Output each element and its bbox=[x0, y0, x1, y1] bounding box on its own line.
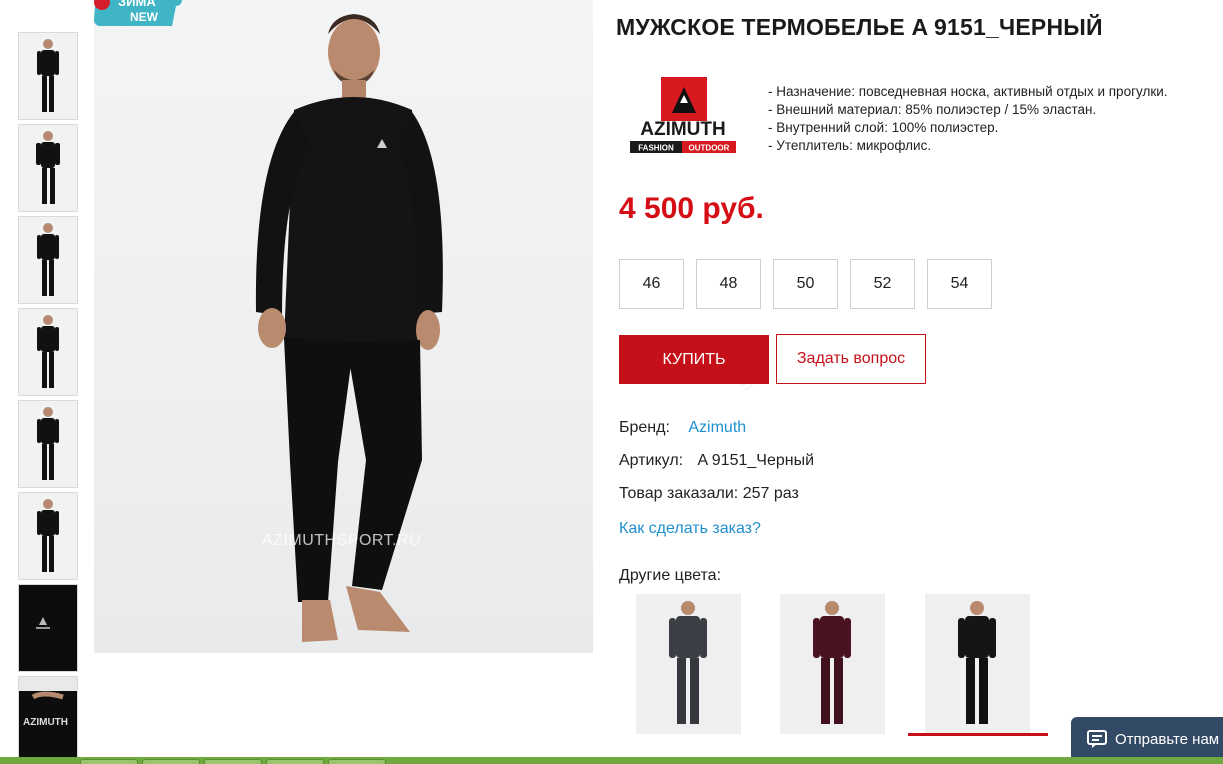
logo-tag-left: FASHION bbox=[638, 144, 674, 153]
product-title: МУЖСКОЕ ТЕРМОБЕЛЬЕ A 9151_ЧЕРНЫЙ bbox=[616, 14, 1103, 40]
logo-name: AZIMUTH bbox=[640, 119, 725, 140]
bottom-tab[interactable] bbox=[80, 759, 138, 764]
brand-link[interactable]: Azimuth bbox=[688, 419, 746, 436]
feature-list: - Назначение: повседневная носка, активн… bbox=[768, 83, 1168, 155]
color-option-burgundy[interactable] bbox=[780, 594, 885, 734]
svg-text:AZIMUTH: AZIMUTH bbox=[23, 717, 68, 728]
thumbnail-list: AZIMUTH bbox=[18, 32, 80, 764]
selected-color-indicator bbox=[908, 733, 1048, 736]
product-page: AZIMUTH ЗИМА NEW AZIMUTHSPORT.RU МУЖСКОЕ… bbox=[0, 0, 1223, 764]
article-label: Артикул: bbox=[619, 452, 684, 469]
thumbnail[interactable] bbox=[18, 32, 78, 120]
bottom-tab[interactable] bbox=[266, 759, 324, 764]
thumbnail[interactable] bbox=[18, 584, 78, 672]
ask-question-button[interactable]: Задать вопрос bbox=[776, 334, 926, 384]
chat-label: Отправьте нам bbox=[1115, 730, 1220, 748]
bottom-tab[interactable] bbox=[204, 759, 262, 764]
other-colors-label: Другие цвета: bbox=[619, 567, 722, 584]
article-value: A 9151_Черный bbox=[697, 452, 815, 469]
brand-row: Бренд: Azimuth bbox=[619, 419, 746, 437]
feature-item: - Внутренний слой: 100% полиэстер. bbox=[768, 120, 999, 135]
size-option[interactable]: 54 bbox=[927, 259, 992, 309]
model-figure bbox=[255, 14, 443, 642]
price: 4 500 руб. bbox=[619, 192, 764, 225]
thumbnail[interactable]: AZIMUTH bbox=[18, 676, 78, 764]
color-option-black[interactable] bbox=[925, 594, 1030, 734]
thumbnail[interactable] bbox=[18, 308, 78, 396]
logo-tag-right: OUTDOOR bbox=[689, 144, 730, 153]
feature-item: - Внешний материал: 85% полиэстер / 15% … bbox=[768, 102, 1097, 117]
thumbnail[interactable] bbox=[18, 216, 78, 304]
chat-icon bbox=[1087, 730, 1107, 748]
order-count: Товар заказали: 257 раз bbox=[619, 485, 799, 502]
how-to-order-link[interactable]: Как сделать заказ? bbox=[619, 520, 761, 538]
thumbnail[interactable] bbox=[18, 124, 78, 212]
brand-logo[interactable]: AZIMUTH FASHION OUTDOOR bbox=[628, 73, 738, 159]
bottom-bar bbox=[0, 757, 1223, 764]
photo-watermark: AZIMUTHSPORT.RU bbox=[262, 532, 422, 549]
article-row: Артикул: A 9151_Черный bbox=[619, 452, 814, 470]
size-option[interactable]: 48 bbox=[696, 259, 761, 309]
brand-label: Бренд: bbox=[619, 419, 670, 436]
size-option[interactable]: 52 bbox=[850, 259, 915, 309]
feature-item: - Утеплитель: микрофлис. bbox=[768, 138, 932, 153]
thumbnail[interactable] bbox=[18, 400, 78, 488]
size-selector: 46 48 50 52 54 bbox=[619, 259, 992, 309]
chat-widget[interactable]: Отправьте нам bbox=[1071, 717, 1223, 761]
bottom-tab[interactable] bbox=[328, 759, 386, 764]
feature-item: - Назначение: повседневная носка, активн… bbox=[768, 84, 1168, 99]
color-option-graphite[interactable] bbox=[636, 594, 741, 734]
size-option[interactable]: 46 bbox=[619, 259, 684, 309]
bottom-tab[interactable] bbox=[142, 759, 200, 764]
main-product-photo[interactable]: ЗИМА NEW AZIMUTHSPORT.RU bbox=[94, 0, 593, 653]
thumbnail[interactable] bbox=[18, 492, 78, 580]
size-option[interactable]: 50 bbox=[773, 259, 838, 309]
